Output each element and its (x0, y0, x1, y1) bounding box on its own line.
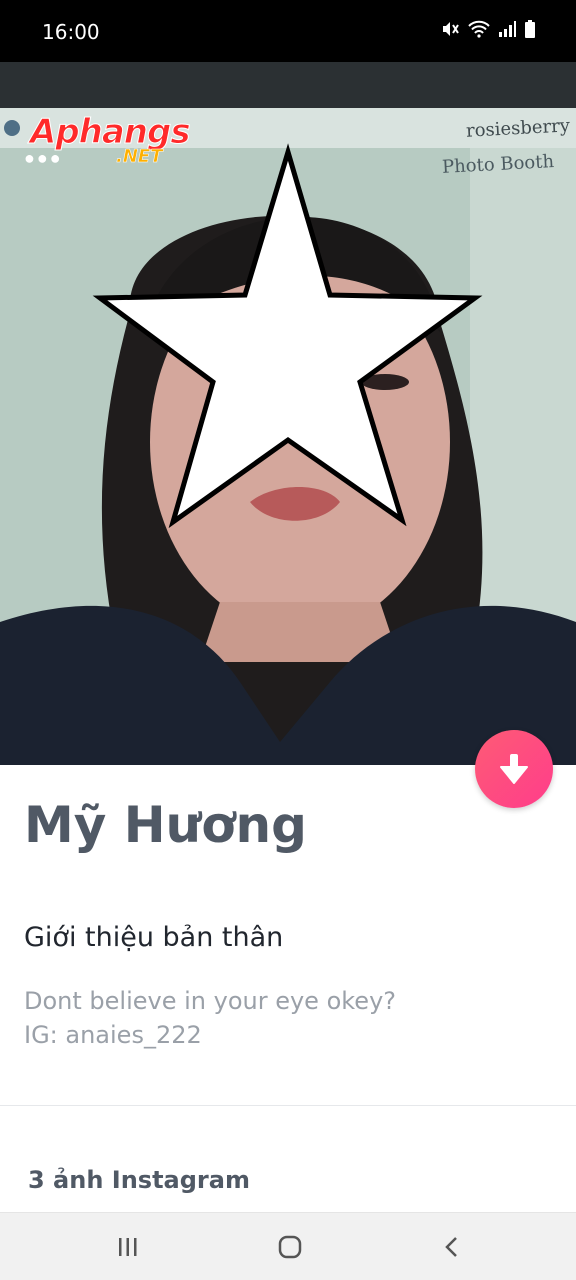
watermark-logo: Aphangs ●●● .NET (12, 112, 212, 172)
bio-line-2: IG: anaies_222 (24, 1021, 202, 1049)
wifi-icon (468, 20, 490, 43)
back-icon[interactable] (432, 1231, 472, 1263)
status-bar: 16:00 (0, 0, 576, 62)
watermark-title: Aphangs (30, 112, 192, 153)
status-time: 16:00 (42, 20, 100, 44)
collapse-profile-button[interactable] (475, 730, 553, 808)
watermark-dots: ●●● (24, 148, 63, 168)
watermark-subtitle: .NET (116, 146, 163, 168)
arrow-down-icon (500, 754, 528, 784)
profile-photo[interactable]: Aphangs ●●● .NET rosiesberry Photo Booth (0, 62, 576, 765)
about-heading: Giới thiệu bản thân (24, 922, 284, 953)
mute-icon (440, 20, 460, 43)
profile-bio: Dont believe in your eye okey? IG: anaie… (24, 984, 396, 1052)
instagram-heading: 3 ảnh Instagram (28, 1166, 250, 1194)
section-divider (0, 1105, 576, 1106)
recent-apps-icon[interactable] (108, 1231, 148, 1263)
status-icons (440, 20, 536, 43)
home-icon[interactable] (270, 1231, 310, 1263)
battery-icon (524, 20, 536, 43)
navigation-bar (0, 1212, 576, 1280)
signal-icon (498, 20, 516, 43)
profile-name: Mỹ Hương (24, 796, 307, 854)
bio-line-1: Dont believe in your eye okey? (24, 987, 397, 1015)
